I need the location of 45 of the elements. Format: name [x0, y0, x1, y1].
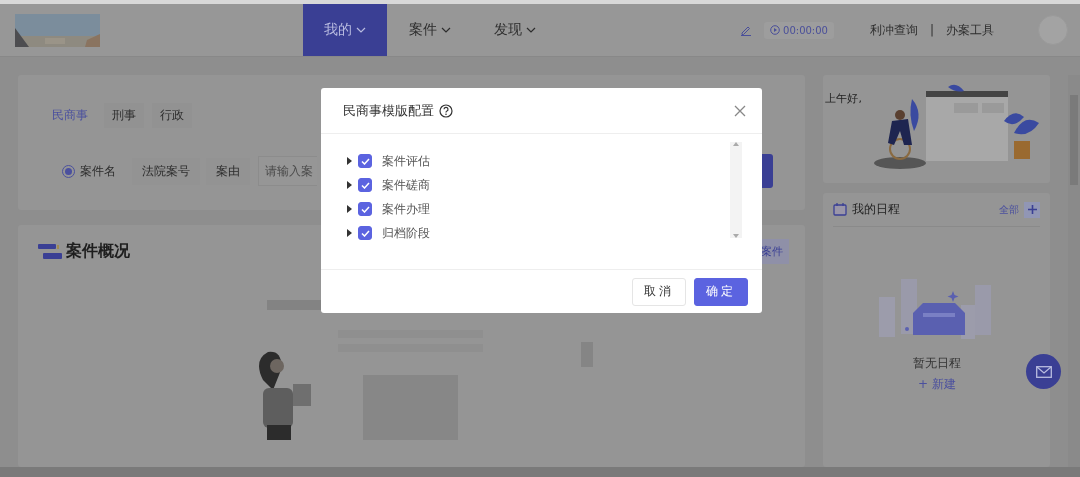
- empty-text: 暂无日程: [912, 355, 961, 372]
- nav-tab[interactable]: 我的: [303, 4, 387, 56]
- greeting-text: 上午好,: [825, 91, 862, 107]
- tree-item-label[interactable]: 案件评估: [382, 152, 430, 170]
- chevron-down-icon: [525, 27, 536, 33]
- tree-item-label[interactable]: 归档阶段: [382, 224, 430, 242]
- cancel-button[interactable]: 取消: [632, 277, 686, 306]
- section-title: 案件概况: [66, 241, 130, 262]
- chevron-down-icon: [356, 27, 366, 33]
- checkbox[interactable]: [358, 178, 372, 192]
- nav-link[interactable]: 办案工具: [946, 21, 994, 39]
- search-input[interactable]: 请输入案: [258, 156, 317, 186]
- schedule-title: 我的日程: [852, 201, 901, 218]
- close-icon: [734, 104, 746, 117]
- nav-link[interactable]: 利冲查询: [869, 21, 918, 39]
- calendar-icon: [833, 203, 848, 216]
- all-link[interactable]: 全部: [999, 202, 1020, 217]
- play-icon: [770, 25, 781, 35]
- stacked-bars-icon: [38, 242, 62, 261]
- horizontal-scrollbar[interactable]: [0, 467, 1080, 477]
- expand-caret-icon[interactable]: [346, 229, 352, 237]
- help-icon[interactable]: [439, 103, 453, 118]
- confirm-button[interactable]: 确定: [694, 277, 748, 306]
- search-mode-option[interactable]: 案件名: [52, 157, 126, 185]
- nav-tab[interactable]: 发现: [472, 4, 557, 56]
- timer[interactable]: 00:00:00: [764, 21, 834, 39]
- mail-icon: [1035, 365, 1052, 378]
- category-tab[interactable]: 民商事: [44, 103, 96, 128]
- checkbox[interactable]: [358, 202, 372, 216]
- dialog-title: 民商事模版配置: [343, 101, 434, 120]
- pencil-icon[interactable]: [740, 24, 753, 36]
- checkbox[interactable]: [358, 226, 372, 240]
- add-button[interactable]: [1024, 201, 1041, 218]
- chevron-down-icon: [440, 27, 451, 33]
- plus-icon: [1027, 205, 1037, 214]
- nav-tab[interactable]: 案件: [387, 4, 472, 56]
- tree-item-label[interactable]: 案件磋商: [382, 176, 430, 194]
- expand-caret-icon[interactable]: [346, 181, 352, 189]
- expand-caret-icon[interactable]: [346, 205, 352, 213]
- expand-caret-icon[interactable]: [346, 157, 352, 165]
- new-schedule-link[interactable]: + 新建: [917, 376, 956, 393]
- tree-item-label[interactable]: 案件办理: [382, 200, 430, 218]
- close-button[interactable]: [734, 104, 746, 117]
- separator-text: |: [929, 23, 934, 37]
- checkbox[interactable]: [358, 154, 372, 168]
